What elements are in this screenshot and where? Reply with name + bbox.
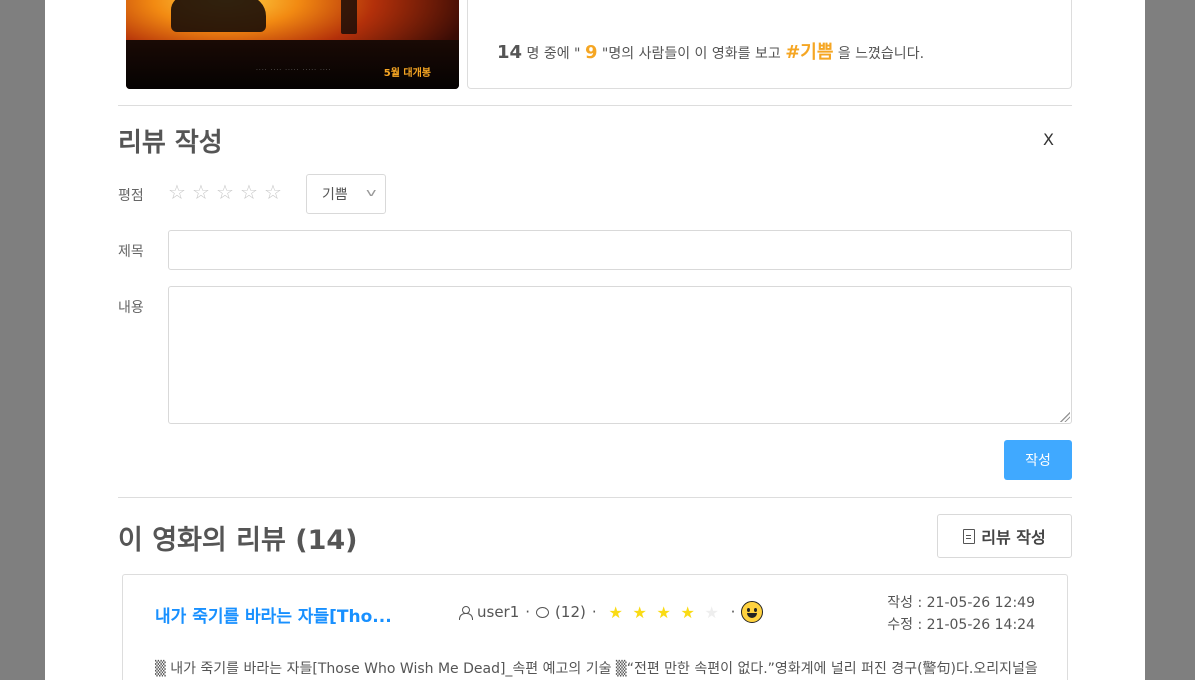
star-3-icon[interactable]: ☆ <box>216 182 236 202</box>
comment-count: (12) <box>555 603 586 621</box>
review-card[interactable]: 내가 죽기를 바라는 자들[Tho... user1 · (12) · ★ ★ … <box>122 574 1068 680</box>
emotion-select[interactable]: 기쁨 v <box>306 174 386 214</box>
star-4-icon[interactable]: ☆ <box>240 182 260 202</box>
resize-handle[interactable] <box>1060 412 1070 422</box>
review-dates: 작성 : 21-05-26 12:49 수정 : 21-05-26 14:24 <box>887 592 1035 636</box>
movie-poster-image: ···· ···· ····· ····· ···· 5월 대개봉 <box>126 0 459 89</box>
modal-page: ···· ···· ····· ····· ···· 5월 대개봉 14 명 중… <box>45 0 1145 680</box>
content-label: 내용 <box>118 300 144 316</box>
star-filled-icon: ★ <box>680 602 695 622</box>
subject-label: 제목 <box>118 244 144 260</box>
star-filled-icon: ★ <box>656 602 671 622</box>
emotion-tag: #기쁨 <box>785 42 834 63</box>
poster-release-text: 5월 대개봉 <box>383 68 431 79</box>
star-1-icon[interactable]: ☆ <box>168 182 188 202</box>
write-review-label: 리뷰 작성 <box>981 528 1046 547</box>
reviews-heading: 이 영화의 리뷰 (14) <box>118 525 358 556</box>
write-review-button[interactable]: 리뷰 작성 <box>937 514 1072 558</box>
chevron-down-icon: v <box>366 186 377 199</box>
review-form-title: 리뷰 작성 <box>118 128 223 158</box>
grinning-face-icon <box>741 601 764 623</box>
created-date: 작성 : 21-05-26 12:49 <box>887 595 1035 611</box>
rating-star-input[interactable]: ☆ ☆ ☆ ☆ ☆ <box>168 182 284 202</box>
total-count: 14 <box>497 42 523 63</box>
star-empty-icon: ★ <box>704 602 719 622</box>
rating-label: 평점 <box>118 188 144 204</box>
review-excerpt: ▒ 내가 죽기를 바라는 자들[Those Who Wish Me Dead]_… <box>155 661 1038 677</box>
emotion-summary-text: 14 명 중에 " 9 "명의 사람들이 이 영화를 보고 #기쁨 을 느꼈습니… <box>497 42 925 63</box>
review-meta: user1 · (12) · ★ ★ ★ ★ ★ · <box>459 601 764 623</box>
emotion-summary-box: 14 명 중에 " 9 "명의 사람들이 이 영화를 보고 #기쁨 을 느꼈습니… <box>467 0 1072 89</box>
divider <box>118 497 1072 498</box>
updated-date: 수정 : 21-05-26 14:24 <box>887 617 1035 633</box>
star-2-icon[interactable]: ☆ <box>192 182 212 202</box>
poster-credits: ···· ···· ····· ····· ···· <box>256 67 332 74</box>
review-rating: ★ ★ ★ ★ ★ <box>607 603 721 622</box>
star-5-icon[interactable]: ☆ <box>264 182 284 202</box>
document-icon <box>963 528 976 544</box>
submit-review-button[interactable]: 작성 <box>1004 440 1072 480</box>
comment-icon <box>536 606 550 618</box>
review-author: user1 <box>477 603 520 621</box>
close-form-button[interactable]: X <box>1043 130 1054 149</box>
star-filled-icon: ★ <box>608 602 623 622</box>
user-icon <box>459 605 473 620</box>
emotion-select-value: 기쁨 <box>322 187 348 203</box>
content-textarea[interactable] <box>168 286 1072 424</box>
divider <box>118 105 1072 106</box>
emotion-count: 9 <box>584 42 598 63</box>
subject-input[interactable] <box>168 230 1072 270</box>
review-title-link[interactable]: 내가 죽기를 바라는 자들[Tho... <box>155 602 392 627</box>
star-filled-icon: ★ <box>632 602 647 622</box>
